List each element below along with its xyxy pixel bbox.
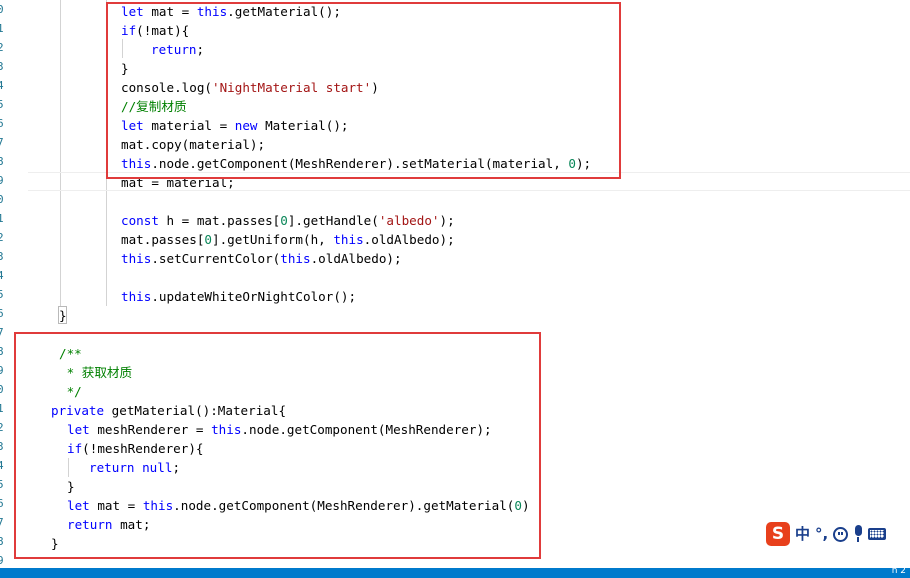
code-token: .oldAlbedo); [310,251,402,266]
code-token: .oldAlbedo); [363,232,455,247]
code-token: 0 [204,232,212,247]
code-token: 0 [280,213,288,228]
microphone-icon[interactable] [853,525,863,543]
code-token: ].getUniform(h, [212,232,334,247]
ime-logo-icon[interactable]: S [766,522,790,546]
code-token: 'albedo' [378,213,440,228]
indent-guide [60,0,61,306]
ime-mode-toggle[interactable]: 中 [795,522,810,546]
ime-punctuation-toggle[interactable]: °, [815,522,828,546]
code-token: const [121,213,159,228]
annotation-box-top [106,2,621,179]
code-token: this [121,289,152,304]
status-bar: n 2 [0,566,910,578]
code-token: h = mat.passes[ [158,213,281,228]
status-bar-text: n 2 [891,566,906,576]
emoji-icon[interactable] [833,526,849,542]
code-line[interactable]: this.setCurrentColor(this.oldAlbedo); [121,249,402,268]
code-token: .updateWhiteOrNightColor(); [151,289,357,304]
code-token: } [59,308,67,323]
code-line[interactable]: this.updateWhiteOrNightColor(); [121,287,356,306]
code-editor[interactable]: let mat = this.getMaterial(); if(!mat){ … [0,0,910,568]
ime-toolbar[interactable]: S 中 °, [766,520,908,548]
code-line[interactable]: mat.passes[0].getUniform(h, this.oldAlbe… [121,230,455,249]
code-token: mat.passes[ [121,232,205,247]
code-token: ].getHandle( [287,213,379,228]
code-token: this [333,232,364,247]
code-token: this [280,251,311,266]
code-token: ); [439,213,455,228]
code-line[interactable]: } [59,306,67,325]
code-token: .setCurrentColor( [151,251,281,266]
code-token: this [121,251,152,266]
annotation-box-bottom [14,332,541,559]
keyboard-icon[interactable] [868,528,887,540]
code-line[interactable]: const h = mat.passes[0].getHandle('albed… [121,211,455,230]
